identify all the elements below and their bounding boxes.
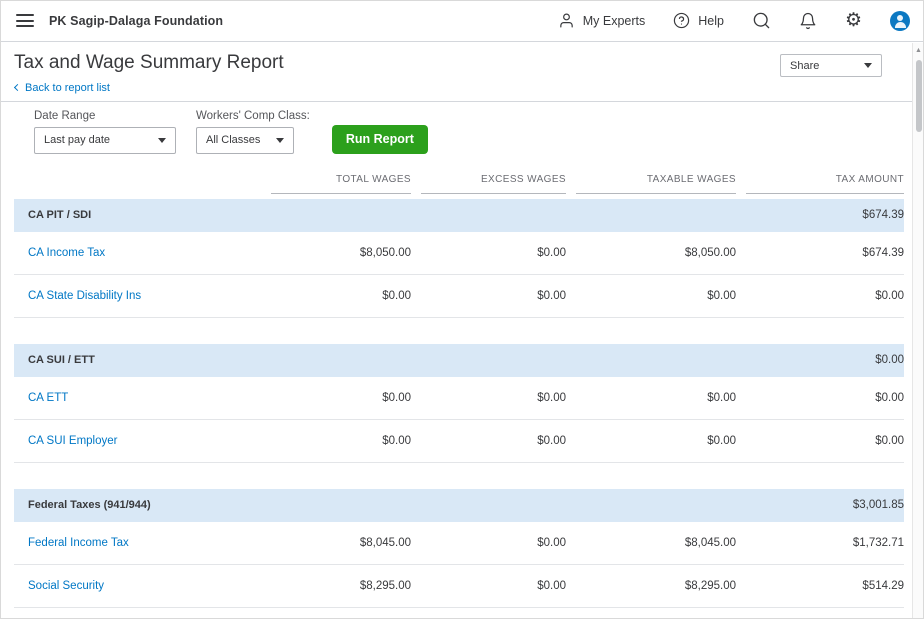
- run-report-button[interactable]: Run Report: [332, 125, 428, 154]
- workers-comp-value: All Classes: [206, 134, 260, 146]
- tax-value-cell: $674.39: [746, 247, 904, 259]
- page-header: Tax and Wage Summary Report Share: [0, 42, 924, 77]
- report-table-body: CA PIT / SDI $674.39 CA Income Tax $8,050.0…: [14, 199, 904, 608]
- tax-name-link[interactable]: Social Security: [14, 580, 261, 592]
- hamburger-menu-icon[interactable]: [16, 14, 34, 27]
- search-icon[interactable]: [752, 11, 771, 30]
- date-range-label: Date Range: [34, 110, 176, 122]
- topbar-right: My Experts Help ⚙: [558, 11, 914, 31]
- help-button[interactable]: Help: [673, 12, 724, 29]
- column-header-tax-amount: TAX AMOUNT: [746, 174, 904, 194]
- tax-row: Social Security $8,295.00 $0.00 $8,295.00 $5…: [14, 565, 904, 608]
- tax-row: CA SUI Employer $0.00 $0.00 $0.00 $0.00: [14, 420, 904, 463]
- tax-value-cell: $1,732.71: [746, 537, 904, 549]
- tax-value-cell: $0.00: [421, 537, 566, 549]
- tax-value-cell: $8,050.00: [271, 247, 411, 259]
- report-section: CA PIT / SDI $674.39 CA Income Tax $8,050.0…: [14, 199, 904, 318]
- date-range-filter: Date Range Last pay date: [34, 110, 176, 154]
- tax-value-cell: $8,295.00: [576, 580, 736, 592]
- tax-value-cell: $0.00: [421, 392, 566, 404]
- help-label: Help: [698, 14, 724, 28]
- tax-row: CA Income Tax $8,050.00 $0.00 $8,050.00 $674…: [14, 232, 904, 275]
- workers-comp-filter: Workers' Comp Class: All Classes: [196, 110, 310, 154]
- section-header-row: Federal Taxes (941/944) $3,001.85: [14, 489, 904, 522]
- tax-value-cell: $0.00: [421, 580, 566, 592]
- section-header-row: CA PIT / SDI $674.39: [14, 199, 904, 232]
- section-total-amount: $3,001.85: [746, 499, 904, 511]
- settings-gear-icon[interactable]: ⚙: [845, 11, 862, 30]
- section-total-amount: $674.39: [746, 209, 904, 221]
- tax-value-cell: $0.00: [576, 435, 736, 447]
- tax-value-cell: $0.00: [576, 392, 736, 404]
- tax-name-link[interactable]: CA State Disability Ins: [14, 290, 261, 302]
- chevron-down-icon: [864, 63, 872, 68]
- section-title: CA PIT / SDI: [14, 209, 261, 221]
- chevron-left-icon: [14, 84, 21, 91]
- tax-value-cell: $514.29: [746, 580, 904, 592]
- tax-value-cell: $0.00: [746, 392, 904, 404]
- tax-value-cell: $0.00: [746, 435, 904, 447]
- vertical-scrollbar[interactable]: ▲: [912, 43, 924, 619]
- share-button[interactable]: Share: [780, 54, 882, 77]
- person-icon: [558, 12, 575, 29]
- scrollbar-thumb[interactable]: [916, 60, 922, 132]
- notifications-bell-icon[interactable]: [799, 12, 817, 30]
- tax-row: Federal Income Tax $8,045.00 $0.00 $8,045.0…: [14, 522, 904, 565]
- report-section: CA SUI / ETT $0.00 CA ETT $0.00 $0.00 $0.00 $0…: [14, 344, 904, 463]
- share-button-label: Share: [790, 60, 819, 72]
- section-title: Federal Taxes (941/944): [14, 499, 261, 511]
- tax-value-cell: $0.00: [576, 290, 736, 302]
- tax-name-link[interactable]: CA Income Tax: [14, 247, 261, 259]
- column-header-taxable-wages: TAXABLE WAGES: [576, 174, 736, 194]
- section-total-amount: $0.00: [746, 354, 904, 366]
- help-icon: [673, 12, 690, 29]
- back-link-label: Back to report list: [25, 82, 110, 94]
- tax-value-cell: $0.00: [421, 290, 566, 302]
- tax-value-cell: $0.00: [421, 247, 566, 259]
- tax-value-cell: $0.00: [271, 392, 411, 404]
- chevron-down-icon: [158, 138, 166, 143]
- report-filters: Date Range Last pay date Workers' Comp C…: [0, 102, 924, 162]
- scrollbar-up-arrow-icon[interactable]: ▲: [913, 43, 924, 54]
- workers-comp-select[interactable]: All Classes: [196, 127, 294, 154]
- column-header-excess-wages: EXCESS WAGES: [421, 174, 566, 194]
- tax-value-cell: $8,050.00: [576, 247, 736, 259]
- my-experts-label: My Experts: [583, 14, 646, 28]
- tax-value-cell: $8,045.00: [271, 537, 411, 549]
- date-range-select[interactable]: Last pay date: [34, 127, 176, 154]
- user-avatar[interactable]: [890, 11, 910, 31]
- page-title: Tax and Wage Summary Report: [14, 52, 284, 74]
- tax-name-link[interactable]: CA SUI Employer: [14, 435, 261, 447]
- section-title: CA SUI / ETT: [14, 354, 261, 366]
- tax-value-cell: $8,045.00: [576, 537, 736, 549]
- chevron-down-icon: [276, 138, 284, 143]
- tax-row: CA State Disability Ins $0.00 $0.00 $0.00 $0…: [14, 275, 904, 318]
- workers-comp-label: Workers' Comp Class:: [196, 110, 310, 122]
- column-header-total-wages: TOTAL WAGES: [271, 174, 411, 194]
- back-to-report-list-link[interactable]: Back to report list: [15, 82, 110, 94]
- company-name: PK Sagip-Dalaga Foundation: [49, 14, 223, 28]
- tax-value-cell: $8,295.00: [271, 580, 411, 592]
- tax-value-cell: $0.00: [271, 290, 411, 302]
- tax-row: CA ETT $0.00 $0.00 $0.00 $0.00: [14, 377, 904, 420]
- report-table: TOTAL WAGES EXCESS WAGES TAXABLE WAGES T…: [14, 164, 904, 608]
- tax-value-cell: $0.00: [271, 435, 411, 447]
- report-section: Federal Taxes (941/944)$3,001.85Federal …: [14, 489, 904, 608]
- tax-value-cell: $0.00: [421, 435, 566, 447]
- topbar-left: PK Sagip-Dalaga Foundation: [16, 14, 223, 28]
- top-navbar: PK Sagip-Dalaga Foundation My Experts He…: [0, 0, 924, 42]
- tax-value-cell: $0.00: [746, 290, 904, 302]
- tax-name-link[interactable]: Federal Income Tax: [14, 537, 261, 549]
- section-header-row: CA SUI / ETT $0.00: [14, 344, 904, 377]
- my-experts-button[interactable]: My Experts: [558, 12, 646, 29]
- date-range-value: Last pay date: [44, 134, 110, 146]
- table-header-row: TOTAL WAGES EXCESS WAGES TAXABLE WAGES T…: [14, 164, 904, 194]
- tax-name-link[interactable]: CA ETT: [14, 392, 261, 404]
